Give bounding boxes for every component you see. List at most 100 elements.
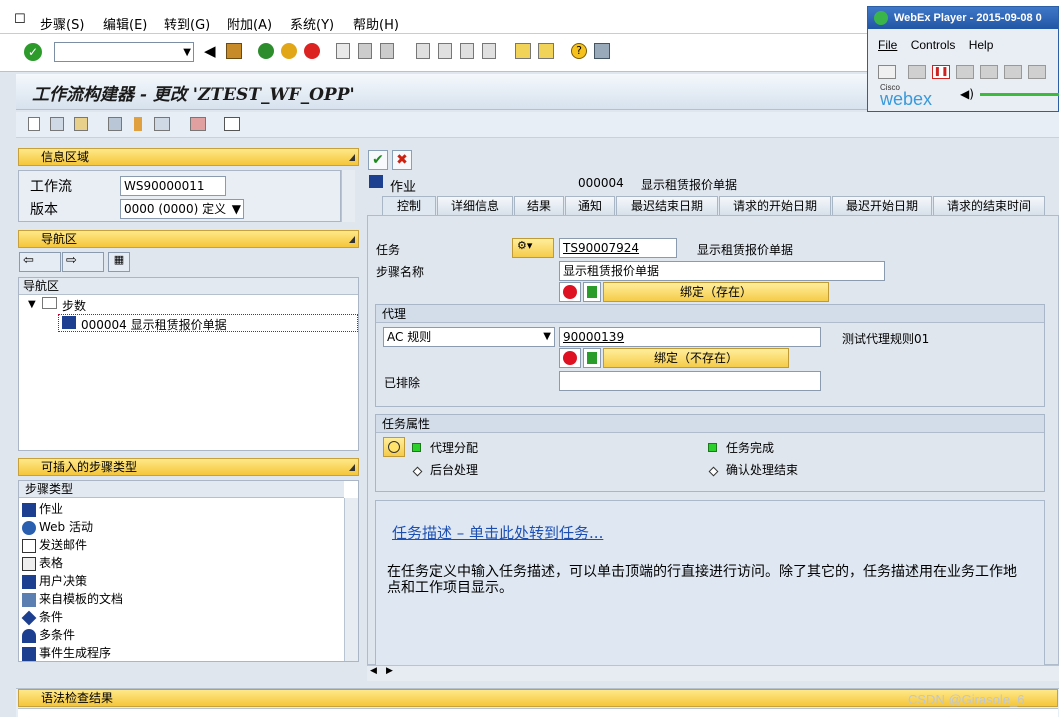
tree-step-label[interactable]: 000004 显示租赁报价单据 xyxy=(81,316,227,333)
frame-icon[interactable] xyxy=(154,117,170,131)
cancel-icon[interactable] xyxy=(304,43,320,59)
excluded-field[interactable] xyxy=(559,371,821,391)
task-description-link[interactable]: 任务描述 – 单击此处转到任务... xyxy=(392,522,603,543)
insert-area-header[interactable]: 可插入的步骤类型 xyxy=(18,458,359,476)
expand-icon[interactable]: ▼ xyxy=(28,299,36,310)
list-item[interactable]: 发送邮件 xyxy=(20,536,344,554)
menu-edit[interactable]: 编辑(E) xyxy=(103,14,147,33)
data-flow-icon[interactable] xyxy=(583,282,601,302)
webex-menu-file[interactable]: File xyxy=(878,38,897,52)
tab-notification[interactable]: 通知 xyxy=(565,196,615,215)
chevron-down-icon[interactable]: ▼ xyxy=(183,47,191,58)
stepname-field[interactable]: 显示租赁报价单据 xyxy=(559,261,885,281)
horizontal-scrollbar[interactable] xyxy=(367,665,1059,681)
tab-result[interactable]: 结果 xyxy=(514,196,564,215)
nav-forward-button[interactable]: ⇨ xyxy=(62,252,104,272)
first-page-icon[interactable] xyxy=(416,43,430,59)
tab-latest-end[interactable]: 最迟结束日期 xyxy=(616,196,718,215)
rewind-start-icon[interactable] xyxy=(980,65,998,79)
enter-icon[interactable]: ✓ xyxy=(24,43,42,61)
list-item[interactable]: 条件 xyxy=(20,608,344,626)
scroll-right-icon[interactable]: ▶ xyxy=(386,666,393,676)
last-page-icon[interactable] xyxy=(482,43,496,59)
play-icon[interactable] xyxy=(908,65,926,79)
tree-root[interactable]: 步数 xyxy=(62,297,86,314)
menu-system[interactable]: 系统(Y) xyxy=(290,14,334,33)
back-icon[interactable] xyxy=(258,43,274,59)
chevron-down-icon[interactable]: ▼ xyxy=(543,328,551,346)
menu-goto[interactable]: 转到(G) xyxy=(164,14,210,33)
agent-assign-button[interactable] xyxy=(383,437,405,457)
tab-requested-start[interactable]: 请求的开始日期 xyxy=(719,196,831,215)
hierarchy-icon[interactable] xyxy=(108,117,122,131)
menu-extras[interactable]: 附加(A) xyxy=(227,14,272,33)
find-next-icon[interactable] xyxy=(380,43,394,59)
syntax-check-header[interactable]: 语法检查结果 xyxy=(18,689,1058,707)
up-icon[interactable] xyxy=(134,117,142,131)
shortcut-icon[interactable] xyxy=(538,43,554,59)
volume-slider[interactable] xyxy=(980,93,1059,96)
binding-exists-button[interactable]: 绑定（存在） xyxy=(603,282,829,302)
list-item[interactable]: Web 活动 xyxy=(20,518,344,536)
list-item[interactable]: 事件生成程序 xyxy=(20,644,344,662)
workflow-field[interactable]: WS90000011 xyxy=(120,176,226,196)
help-icon[interactable]: ? xyxy=(571,43,587,59)
layout-icon[interactable] xyxy=(594,43,610,59)
table-icon[interactable] xyxy=(224,117,240,131)
open-icon[interactable] xyxy=(878,65,896,79)
tab-requested-end[interactable]: 请求的结束时间 xyxy=(933,196,1045,215)
new-session-icon[interactable] xyxy=(515,43,531,59)
menu-step[interactable]: 步骤(S) xyxy=(40,14,84,33)
prev-page-icon[interactable] xyxy=(438,43,452,59)
collapse-icon[interactable] xyxy=(349,154,355,161)
list-item[interactable]: 表格 xyxy=(20,554,344,572)
tab-control[interactable]: 控制 xyxy=(382,196,436,215)
next-page-icon[interactable] xyxy=(460,43,474,59)
new-icon[interactable] xyxy=(28,117,40,131)
step-type-scrollbar[interactable] xyxy=(344,498,358,661)
webex-menu-controls[interactable]: Controls xyxy=(911,38,956,52)
chevron-down-icon[interactable]: ▼ xyxy=(232,200,241,218)
agent-type-select[interactable]: AC 规则 ▼ xyxy=(383,327,555,347)
binding-icon[interactable] xyxy=(559,348,581,368)
agent-field[interactable]: 90000139 xyxy=(559,327,821,347)
app-menu-icon[interactable]: ☐ xyxy=(14,12,26,27)
cancel-button[interactable]: ✖ xyxy=(392,150,412,170)
webex-menu-help[interactable]: Help xyxy=(969,38,994,52)
edit-icon[interactable] xyxy=(74,117,88,131)
open-icon[interactable] xyxy=(50,117,64,131)
nav-back-button[interactable]: ⇦ xyxy=(19,252,61,272)
find-icon[interactable] xyxy=(358,43,372,59)
info-area-header[interactable]: 信息区域 xyxy=(18,148,359,166)
forward-icon[interactable] xyxy=(1028,65,1046,79)
menu-help[interactable]: 帮助(H) xyxy=(353,14,399,33)
binding-missing-button[interactable]: 绑定（不存在） xyxy=(603,348,789,368)
tab-details[interactable]: 详细信息 xyxy=(437,196,513,215)
collapse-icon[interactable] xyxy=(349,464,355,471)
confirm-button[interactable]: ✔ xyxy=(368,150,388,170)
list-item[interactable]: 用户决策 xyxy=(20,572,344,590)
stop-icon[interactable] xyxy=(956,65,974,79)
data-flow-icon[interactable] xyxy=(583,348,601,368)
tree-icon[interactable]: ▦ xyxy=(108,252,130,272)
binding-icon[interactable] xyxy=(559,282,581,302)
print-icon[interactable] xyxy=(336,43,350,59)
task-type-button[interactable]: ⚙▾ xyxy=(512,238,554,258)
nav-area-header[interactable]: 导航区 xyxy=(18,230,359,248)
back-arrow-icon[interactable]: ◀ xyxy=(204,42,216,60)
list-item[interactable]: 多条件 xyxy=(20,626,344,644)
stamp-icon[interactable] xyxy=(190,117,206,131)
list-item[interactable]: 来自模板的文档 xyxy=(20,590,344,608)
save-icon[interactable] xyxy=(226,43,242,59)
list-item[interactable]: 作业 xyxy=(20,500,344,518)
scroll-left-icon[interactable]: ◀ xyxy=(370,666,377,676)
version-select[interactable]: 0000 (0000) 定义 ▼ xyxy=(120,199,244,219)
exit-icon[interactable] xyxy=(281,43,297,59)
rewind-icon[interactable] xyxy=(1004,65,1022,79)
pause-icon[interactable]: ❚❚ xyxy=(932,65,950,79)
tab-latest-start[interactable]: 最迟开始日期 xyxy=(832,196,932,215)
volume-icon[interactable]: ◀) xyxy=(960,87,974,101)
info-scrollbar[interactable] xyxy=(341,170,355,222)
collapse-icon[interactable] xyxy=(349,236,355,243)
command-field[interactable]: ▼ xyxy=(54,42,194,62)
